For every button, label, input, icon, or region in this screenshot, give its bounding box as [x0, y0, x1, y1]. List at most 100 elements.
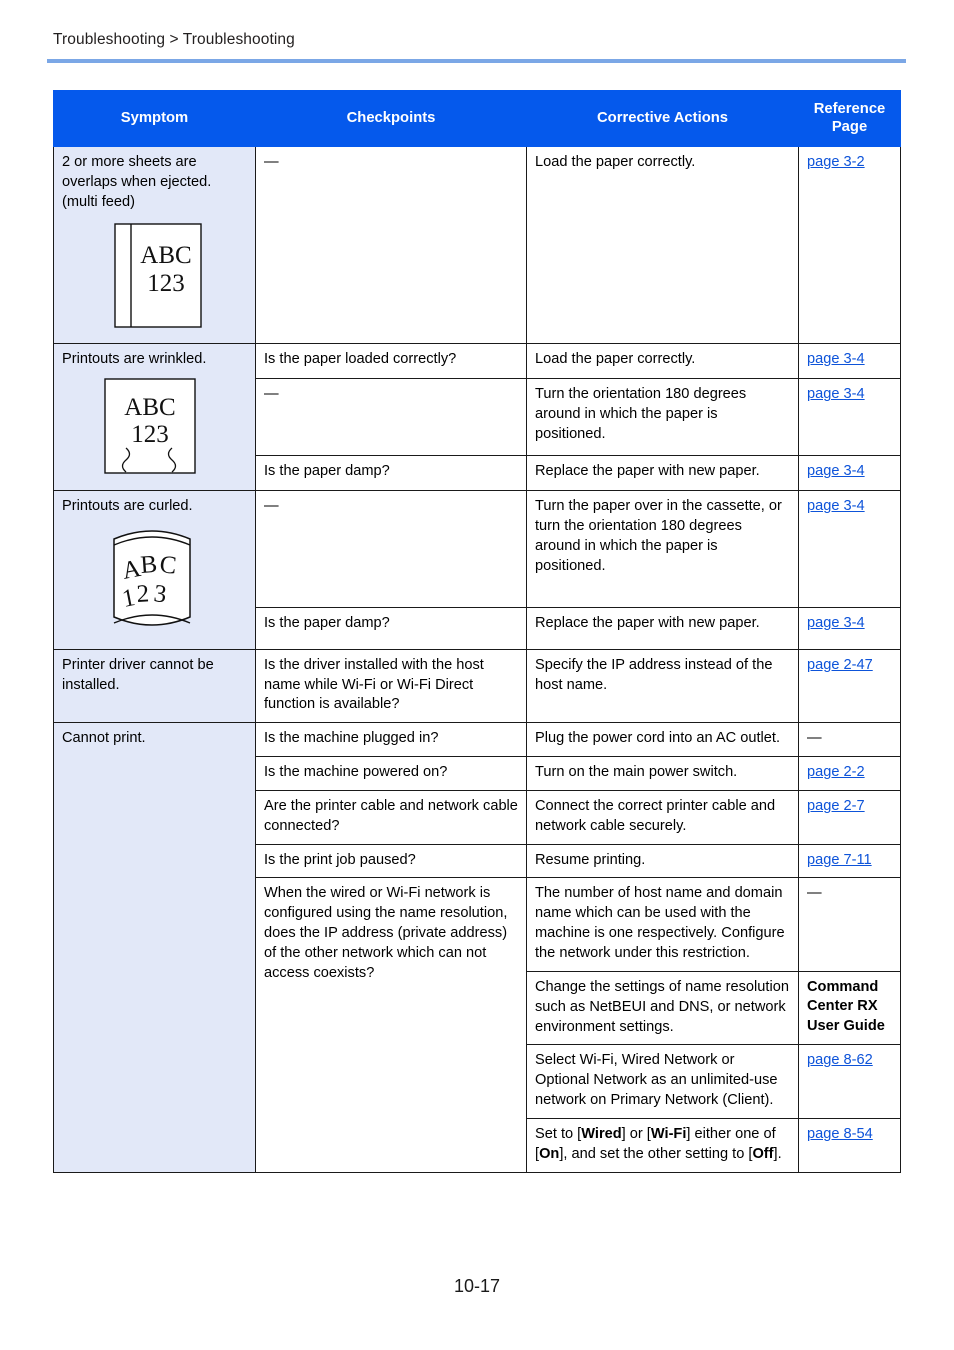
- corrective-action-text: Set to [Wired] or [Wi-Fi] either one of …: [535, 1125, 782, 1162]
- corrective-action-cell: Turn the orientation 180 degrees around …: [526, 378, 799, 456]
- multi-feed-paper-diagram: ABC 123: [114, 222, 247, 335]
- reference-cell: Command Center RX User Guide: [798, 970, 901, 1046]
- reference-link[interactable]: page 2-7: [807, 798, 865, 814]
- svg-text:C: C: [158, 551, 177, 580]
- corrective-action-text: Turn the paper over in the cassette, or …: [535, 498, 782, 574]
- checkpoint-cell: Are the printer cable and network cable …: [255, 789, 527, 845]
- svg-text:123: 123: [147, 270, 185, 297]
- column-header-symptom: Symptom: [53, 90, 256, 147]
- svg-text:ABC: ABC: [140, 242, 191, 269]
- corrective-action-text: Turn the orientation 180 degrees around …: [535, 386, 747, 443]
- troubleshooting-table: Symptom Checkpoints Corrective Actions R…: [53, 90, 901, 1173]
- reference-cell: page 3-4: [798, 343, 901, 380]
- corrective-action-text: Turn on the main power switch.: [535, 764, 738, 781]
- reference-cell: page 2-7: [798, 789, 901, 845]
- corrective-action-text: Replace the paper with new paper.: [535, 614, 760, 631]
- reference-text: —: [807, 885, 822, 902]
- table-row: Printouts are wrinkled. ABC 123 Is the p: [53, 343, 901, 492]
- checkpoint-cell: —: [255, 145, 527, 345]
- wrinkled-paper-diagram: ABC 123: [104, 378, 247, 481]
- corrective-action-text: Specify the IP address instead of the ho…: [535, 656, 773, 693]
- reference-cell: page 8-54: [798, 1117, 901, 1173]
- reference-link[interactable]: page 2-47: [807, 657, 873, 673]
- corrective-action-cell: Plug the power cord into an AC outlet.: [526, 722, 799, 758]
- table-row: Printer driver cannot be installed. Is t…: [53, 648, 901, 724]
- corrective-action-text: Connect the correct printer cable and ne…: [535, 797, 776, 834]
- breadcrumb: Troubleshooting > Troubleshooting: [53, 31, 295, 48]
- corrective-action-text: Plug the power cord into an AC outlet.: [535, 730, 781, 747]
- corrective-action-cell: Replace the paper with new paper.: [526, 606, 799, 650]
- corrective-action-cell: Load the paper correctly.: [526, 145, 799, 345]
- checkpoint-cell: Is the machine powered on?: [255, 756, 527, 791]
- table-head: Symptom Checkpoints Corrective Actions R…: [53, 90, 901, 147]
- corrective-action-cell: Connect the correct printer cable and ne…: [526, 789, 799, 845]
- reference-text: Command Center RX User Guide: [807, 978, 885, 1034]
- symptom-text: Printer driver cannot be installed.: [62, 656, 214, 693]
- reference-link[interactable]: page 3-4: [807, 498, 865, 514]
- reference-link[interactable]: page 3-4: [807, 386, 865, 402]
- checkpoint-text: Is the machine plugged in?: [264, 730, 439, 747]
- checkpoint-text: Is the paper loaded correctly?: [264, 351, 457, 368]
- corrective-action-cell: Replace the paper with new paper.: [526, 454, 799, 492]
- checkpoint-text: Is the driver installed with the host na…: [264, 656, 484, 713]
- corrective-action-cell: Set to [Wired] or [Wi-Fi] either one of …: [526, 1117, 799, 1173]
- corrective-action-cell: Turn on the main power switch.: [526, 756, 799, 791]
- checkpoint-cell: Is the print job paused?: [255, 843, 527, 879]
- reference-cell: page 3-4: [798, 606, 901, 650]
- symptom-cell: Printouts are wrinkled. ABC 123: [53, 343, 256, 492]
- reference-cell: page 2-47: [798, 648, 901, 724]
- reference-link[interactable]: page 2-2: [807, 764, 865, 780]
- corrective-action-text: Change the settings of name resolution s…: [535, 978, 789, 1035]
- svg-text:ABC: ABC: [124, 394, 175, 421]
- corrective-action-cell: Load the paper correctly.: [526, 343, 799, 380]
- checkpoint-text: —: [264, 498, 279, 515]
- reference-cell: page 3-2: [798, 145, 901, 345]
- table-row: 2 or more sheets are overlaps when eject…: [53, 145, 901, 345]
- checkpoint-text: —: [264, 153, 279, 170]
- table-body: 2 or more sheets are overlaps when eject…: [53, 145, 901, 1173]
- reference-text: —: [807, 730, 822, 747]
- reference-cell: page 3-4: [798, 378, 901, 456]
- symptom-cell: Printer driver cannot be installed.: [53, 648, 256, 724]
- reference-link[interactable]: page 8-62: [807, 1052, 873, 1068]
- svg-text:2: 2: [136, 580, 150, 608]
- checkpoint-cell: —: [255, 490, 527, 608]
- reference-link[interactable]: page 8-54: [807, 1126, 873, 1142]
- corrective-action-text: Replace the paper with new paper.: [535, 462, 760, 479]
- corrective-action-cell: Change the settings of name resolution s…: [526, 970, 799, 1046]
- checkpoint-text: Is the paper damp?: [264, 614, 390, 631]
- page-number: 10-17: [453, 1276, 501, 1296]
- checkpoint-text: Are the printer cable and network cable …: [264, 797, 518, 834]
- checkpoint-cell: When the wired or Wi-Fi network is confi…: [255, 877, 527, 1173]
- curled-paper-diagram: A B C 1 2 3: [104, 523, 247, 640]
- corrective-action-cell: Turn the paper over in the cassette, or …: [526, 490, 799, 608]
- checkpoint-text: Is the machine powered on?: [264, 764, 448, 781]
- svg-text:123: 123: [131, 421, 169, 448]
- corrective-action-text: Load the paper correctly.: [535, 351, 696, 368]
- checkpoint-text: When the wired or Wi-Fi network is confi…: [264, 885, 508, 981]
- reference-cell: —: [798, 722, 901, 758]
- symptom-text: Printouts are curled.: [62, 498, 193, 515]
- symptom-cell: Printouts are curled. A B C 1 2 3: [53, 490, 256, 650]
- reference-link[interactable]: page 7-11: [807, 852, 872, 868]
- reference-link[interactable]: page 3-2: [807, 154, 865, 170]
- corrective-action-text: Load the paper correctly.: [535, 153, 696, 170]
- reference-link[interactable]: page 3-4: [807, 351, 865, 367]
- reference-cell: page 7-11: [798, 843, 901, 879]
- corrective-action-cell: Resume printing.: [526, 843, 799, 879]
- reference-link[interactable]: page 3-4: [807, 463, 865, 479]
- symptom-cell: 2 or more sheets are overlaps when eject…: [53, 145, 256, 345]
- symptom-text: Cannot print.: [62, 730, 146, 747]
- table-row: Cannot print. Is the machine plugged in?…: [53, 722, 901, 1173]
- symptom-cell: Cannot print.: [53, 722, 256, 1173]
- checkpoint-cell: Is the machine plugged in?: [255, 722, 527, 758]
- corrective-action-text: Select Wi-Fi, Wired Network or Optional …: [535, 1052, 778, 1109]
- checkpoint-cell: —: [255, 378, 527, 456]
- symptom-text: 2 or more sheets are overlaps when eject…: [62, 153, 212, 210]
- svg-text:B: B: [140, 551, 159, 579]
- column-header-corrective-actions: Corrective Actions: [526, 90, 799, 147]
- table-row: Printouts are curled. A B C 1 2 3 — Turn…: [53, 490, 901, 650]
- corrective-action-text: Resume printing.: [535, 851, 646, 868]
- reference-link[interactable]: page 3-4: [807, 615, 865, 631]
- symptom-text: Printouts are wrinkled.: [62, 351, 207, 368]
